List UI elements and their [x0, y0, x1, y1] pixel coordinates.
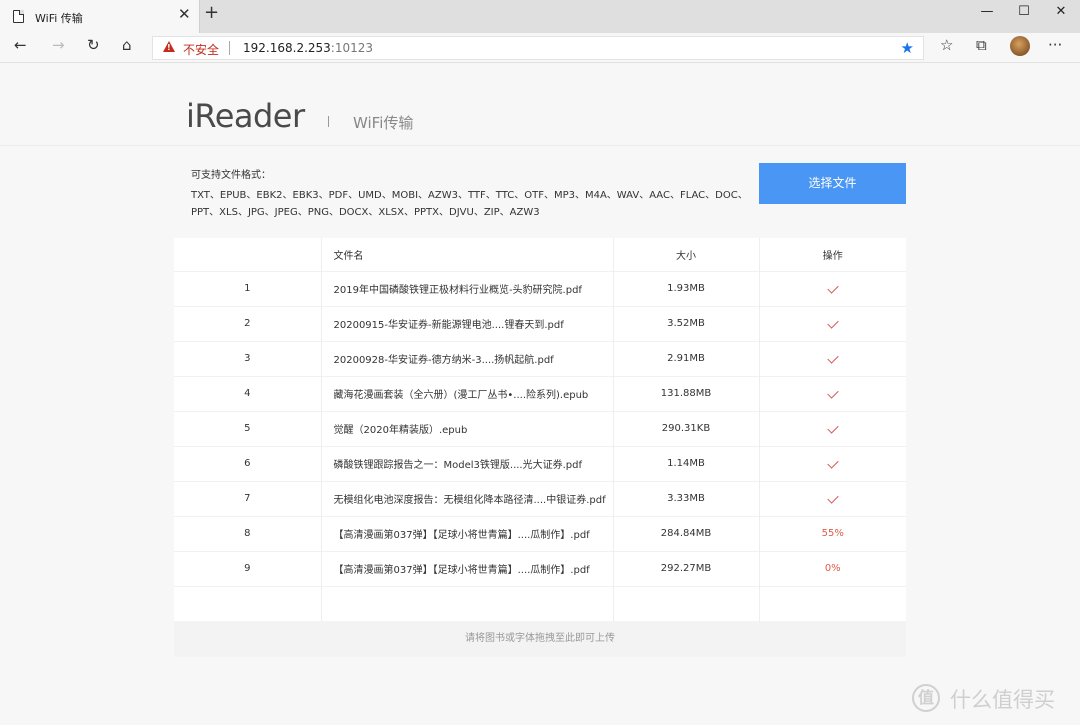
row-size: 292.27MB [613, 551, 760, 586]
table-row: 2 20200915-华安证券-新能源锂电池....锂春天到.pdf 3.52MB [174, 306, 906, 341]
row-status-cell [759, 481, 906, 516]
file-table: 文件名 大小 操作 1 2019年中国磷酸铁锂正极材料行业概览-头豹研究院.pdf… [174, 238, 906, 622]
row-index: 5 [174, 411, 322, 446]
header-divider [328, 116, 329, 127]
address-bar[interactable]: ! 不安全 192.168.2.253:10123 ★ [152, 36, 924, 60]
close-window-button[interactable]: ✕ [1038, 3, 1080, 25]
row-status-cell [759, 341, 906, 376]
ireader-logo: iReader [186, 97, 305, 135]
row-progress: 0% [824, 563, 841, 574]
tab-title: WiFi 传输 [35, 12, 83, 25]
row-index: 8 [174, 516, 322, 551]
table-row: 4 藏海花漫画套装（全六册）(漫工厂丛书•....险系列).epub 131.88M… [174, 376, 906, 411]
row-filename: 2019年中国磷酸铁锂正极材料行业概览-头豹研究院.pdf [321, 271, 614, 306]
favorites-icon[interactable]: ☆ [940, 38, 953, 53]
row-size: 290.31KB [613, 411, 760, 446]
navigation-bar: ← → ↻ ⌂ ! 不安全 192.168.2.253:10123 ★ ☆ ⧉ … [0, 33, 1080, 63]
forward-icon[interactable]: → [52, 38, 65, 53]
row-size: 1.93MB [613, 271, 760, 306]
formats-list: TXT、EPUB、EBK2、EBK3、PDF、UMD、MOBI、AZW3、TTF… [191, 190, 748, 218]
checkmark-icon [827, 317, 839, 329]
row-status-cell [759, 446, 906, 481]
row-size: 2.91MB [613, 341, 760, 376]
row-size: 3.52MB [613, 306, 760, 341]
row-filename: 无模组化电池深度报告：无模组化降本路径清....中银证券.pdf [321, 481, 614, 516]
url-port: :10123 [330, 41, 374, 55]
row-index: 9 [174, 551, 322, 586]
row-index: 4 [174, 376, 322, 411]
collections-icon[interactable]: ⧉ [976, 38, 987, 53]
row-size: 131.88MB [613, 376, 760, 411]
watermark-logo: 值 [912, 684, 940, 712]
checkmark-icon [827, 387, 839, 399]
empty-cell [759, 586, 906, 621]
empty-cell [321, 586, 614, 621]
favorite-star-icon[interactable]: ★ [901, 39, 914, 57]
row-progress: 55% [821, 528, 844, 539]
table-row: 3 20200928-华安证券-德方纳米-3....扬帆起航.pdf 2.91MB [174, 341, 906, 376]
back-icon[interactable]: ← [14, 38, 27, 53]
home-icon[interactable]: ⌂ [122, 38, 132, 53]
url-text[interactable]: 192.168.2.253:10123 [243, 41, 373, 55]
row-index: 6 [174, 446, 322, 481]
empty-row [174, 586, 906, 621]
row-index: 3 [174, 341, 322, 376]
table-row: 7 无模组化电池深度报告：无模组化降本路径清....中银证券.pdf 3.33MB [174, 481, 906, 516]
select-file-button[interactable]: 选择文件 [759, 163, 906, 204]
checkmark-icon [827, 492, 839, 504]
table-header-row: 文件名 大小 操作 [174, 238, 906, 271]
formats-label: 可支持文件格式： [191, 170, 271, 181]
profile-avatar[interactable] [1010, 36, 1030, 56]
row-index: 7 [174, 481, 322, 516]
row-status-cell [759, 411, 906, 446]
drop-zone[interactable]: 请将图书或字体拖拽至此即可上传 [174, 621, 906, 657]
row-filename: 20200928-华安证券-德方纳米-3....扬帆起航.pdf [321, 341, 614, 376]
row-index: 2 [174, 306, 322, 341]
checkmark-icon [827, 457, 839, 469]
table-row: 1 2019年中国磷酸铁锂正极材料行业概览-头豹研究院.pdf 1.93MB [174, 271, 906, 306]
checkmark-icon [827, 282, 839, 294]
row-size: 1.14MB [613, 446, 760, 481]
header-action: 操作 [822, 250, 843, 262]
more-icon[interactable]: ··· [1048, 38, 1062, 53]
row-size: 3.33MB [613, 481, 760, 516]
row-status-cell [759, 306, 906, 341]
tab-bar: WiFi 传输 ✕ + — ☐ ✕ [0, 0, 1080, 33]
page-icon [13, 10, 24, 23]
table-row: 5 觉醒（2020年精装版）.epub 290.31KB [174, 411, 906, 446]
row-filename: 【高清漫画第037弹】【足球小将世青篇】....瓜制作】.pdf [321, 516, 614, 551]
checkmark-icon [827, 422, 839, 434]
header-index [174, 238, 322, 271]
empty-cell [174, 586, 322, 621]
row-filename: 磷酸铁锂跟踪报告之一：Model3铁锂版....光大证券.pdf [321, 446, 614, 481]
tab-close-icon[interactable]: ✕ [178, 7, 191, 22]
row-size: 284.84MB [613, 516, 760, 551]
row-filename: 觉醒（2020年精装版）.epub [321, 411, 614, 446]
table-row: 9 【高清漫画第037弹】【足球小将世青篇】....瓜制作】.pdf 292.27M… [174, 551, 906, 586]
divider [229, 41, 230, 55]
row-status-cell [759, 376, 906, 411]
table-row: 6 磷酸铁锂跟踪报告之一：Model3铁锂版....光大证券.pdf 1.14MB [174, 446, 906, 481]
row-filename: 藏海花漫画套装（全六册）(漫工厂丛书•....险系列).epub [321, 376, 614, 411]
row-filename: 20200915-华安证券-新能源锂电池....锂春天到.pdf [321, 306, 614, 341]
watermark-text: 什么值得买 [950, 688, 1055, 712]
row-status-cell [759, 271, 906, 306]
browser-tab[interactable]: WiFi 传输 ✕ [0, 0, 200, 33]
row-filename: 【高清漫画第037弹】【足球小将世青篇】....瓜制作】.pdf [321, 551, 614, 586]
table-row: 8 【高清漫画第037弹】【足球小将世青篇】....瓜制作】.pdf 284.84M… [174, 516, 906, 551]
url-host: 192.168.2.253 [243, 41, 331, 55]
page-subtitle: WiFi传输 [353, 114, 414, 132]
header-filename: 文件名 [321, 238, 614, 271]
header-size: 大小 [613, 238, 760, 271]
refresh-icon[interactable]: ↻ [87, 38, 100, 53]
new-tab-button[interactable]: + [204, 4, 219, 22]
row-index: 1 [174, 271, 322, 306]
empty-cell [613, 586, 760, 621]
security-label[interactable]: 不安全 [183, 41, 219, 58]
checkmark-icon [827, 352, 839, 364]
page-header: iReader WiFi传输 [0, 64, 1080, 146]
